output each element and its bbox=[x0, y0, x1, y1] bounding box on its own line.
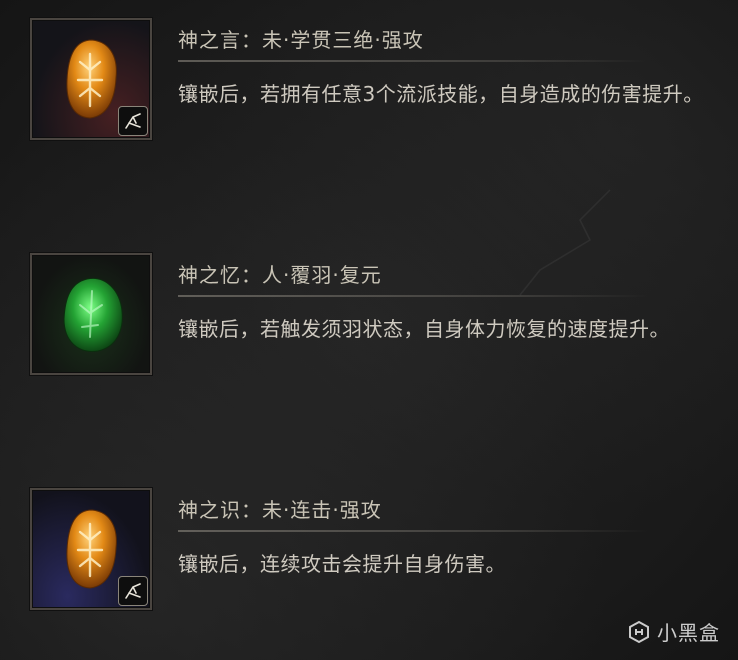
attack-stance-icon bbox=[125, 113, 141, 129]
gem-slot[interactable] bbox=[30, 488, 152, 610]
title-divider bbox=[178, 530, 648, 532]
inscription-description: 镶嵌后，若拥有任意3个流派技能，自身造成的伤害提升。 bbox=[178, 82, 704, 106]
inscription-title: 神之识：未·连击·强攻 bbox=[178, 498, 382, 522]
attack-stance-icon bbox=[125, 583, 141, 599]
inscription-entry[interactable]: 神之忆：人·覆羽·复元 镶嵌后，若触发须羽状态，自身体力恢复的速度提升。 bbox=[0, 253, 738, 393]
inscription-entry[interactable]: 神之识：未·连击·强攻 镶嵌后，连续攻击会提升自身伤害。 bbox=[0, 488, 738, 628]
gem-slot[interactable] bbox=[30, 18, 152, 140]
skill-badge bbox=[118, 576, 148, 606]
gem-slot[interactable] bbox=[30, 253, 152, 375]
inscription-title: 神之忆：人·覆羽·复元 bbox=[178, 263, 382, 287]
watermark: 小黑盒 bbox=[627, 617, 720, 646]
inscription-title: 神之言：未·学贯三绝·强攻 bbox=[178, 28, 424, 52]
watermark-text: 小黑盒 bbox=[657, 621, 720, 645]
inscription-description: 镶嵌后，连续攻击会提升自身伤害。 bbox=[178, 552, 506, 576]
inscription-description: 镶嵌后，若触发须羽状态，自身体力恢复的速度提升。 bbox=[178, 317, 670, 341]
title-divider bbox=[178, 60, 648, 62]
title-divider bbox=[178, 295, 648, 297]
heybox-logo-icon bbox=[629, 620, 649, 643]
skill-badge bbox=[118, 106, 148, 136]
green-gem-icon bbox=[63, 277, 123, 352]
inscription-entry[interactable]: 神之言：未·学贯三绝·强攻 镶嵌后，若拥有任意3个流派技能，自身造成的伤害提升。 bbox=[0, 18, 738, 158]
